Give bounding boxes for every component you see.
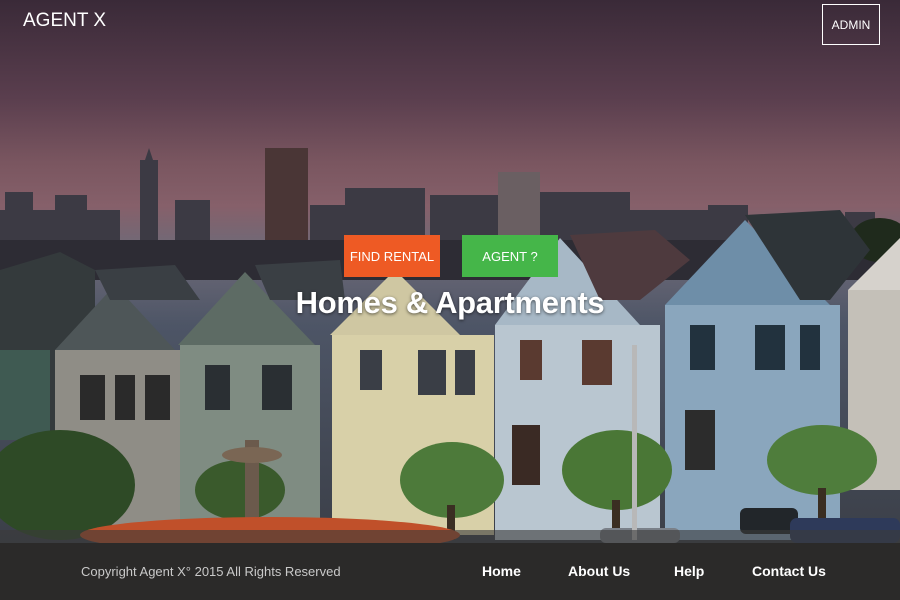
hero-headline: Homes & Apartments xyxy=(295,285,605,320)
copyright-text: Copyright Agent X° 2015 All Rights Reser… xyxy=(81,564,341,579)
hero-background-image xyxy=(0,148,900,543)
find-rental-button[interactable]: FIND RENTAL xyxy=(344,235,440,277)
hero-banner: AGENT X ADMIN FIND RENTAL AGENT ? Homes … xyxy=(0,0,900,543)
footer: Copyright Agent X° 2015 All Rights Reser… xyxy=(0,543,900,600)
agent-button[interactable]: AGENT ? xyxy=(462,235,558,277)
brand-logo[interactable]: AGENT X xyxy=(23,10,106,32)
footer-link-home[interactable]: Home xyxy=(482,563,521,579)
admin-button[interactable]: ADMIN xyxy=(822,4,880,45)
footer-link-contact-us[interactable]: Contact Us xyxy=(752,563,826,579)
footer-link-help[interactable]: Help xyxy=(674,563,704,579)
footer-link-about-us[interactable]: About Us xyxy=(568,563,630,579)
